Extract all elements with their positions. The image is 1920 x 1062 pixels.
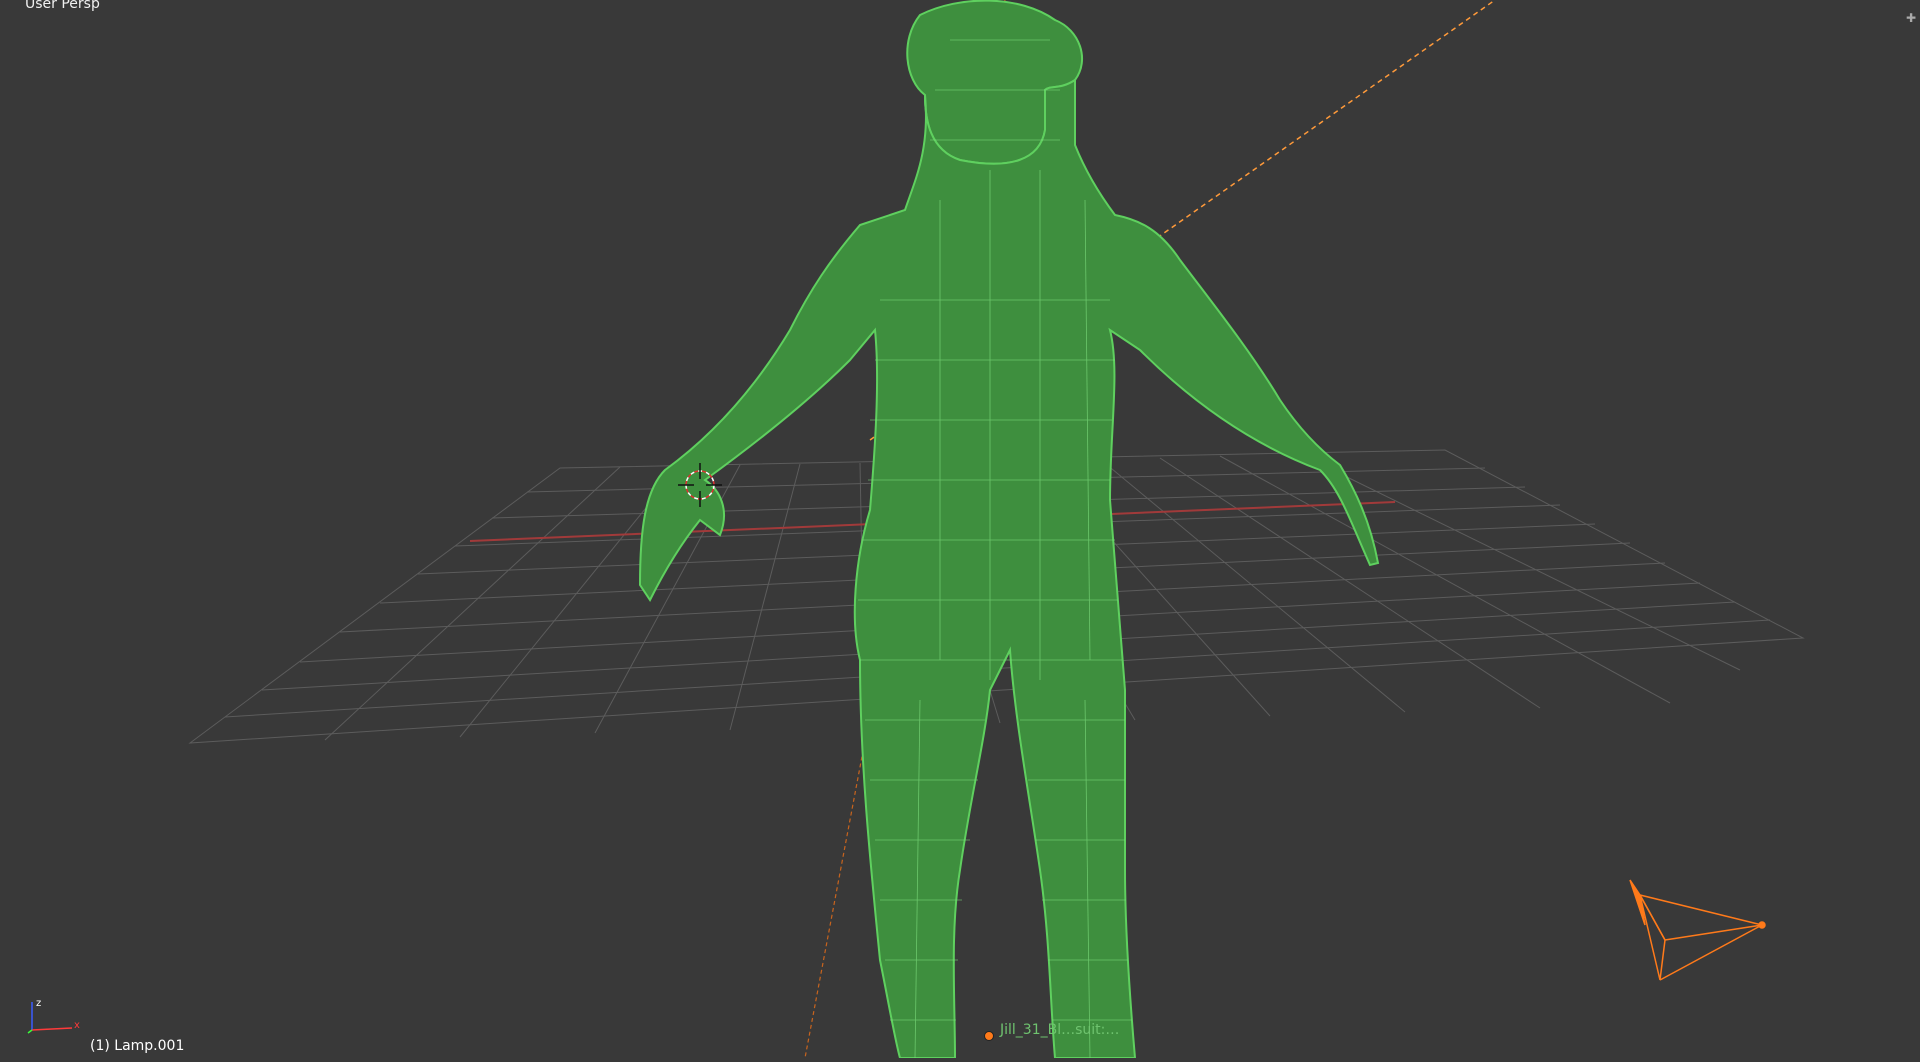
- active-object-label: (1) Lamp.001: [90, 1038, 185, 1054]
- object-origin-icon: [984, 1031, 994, 1041]
- corner-split-icon[interactable]: ✚: [1906, 12, 1918, 24]
- object-name-label: Jill_31_Bl…suit:…: [1000, 1022, 1120, 1038]
- viewport-canvas[interactable]: z x: [0, 0, 1920, 1059]
- svg-text:z: z: [36, 998, 41, 1009]
- view-name-label: User Persp: [25, 0, 100, 12]
- camera-icon[interactable]: [1629, 879, 1766, 981]
- svg-text:x: x: [74, 1020, 80, 1031]
- 3d-viewport[interactable]: z x User Persp (1) Lamp.001 Jill_31_Bl…s…: [0, 0, 1920, 1059]
- axis-gizmo-icon: z x: [27, 998, 80, 1034]
